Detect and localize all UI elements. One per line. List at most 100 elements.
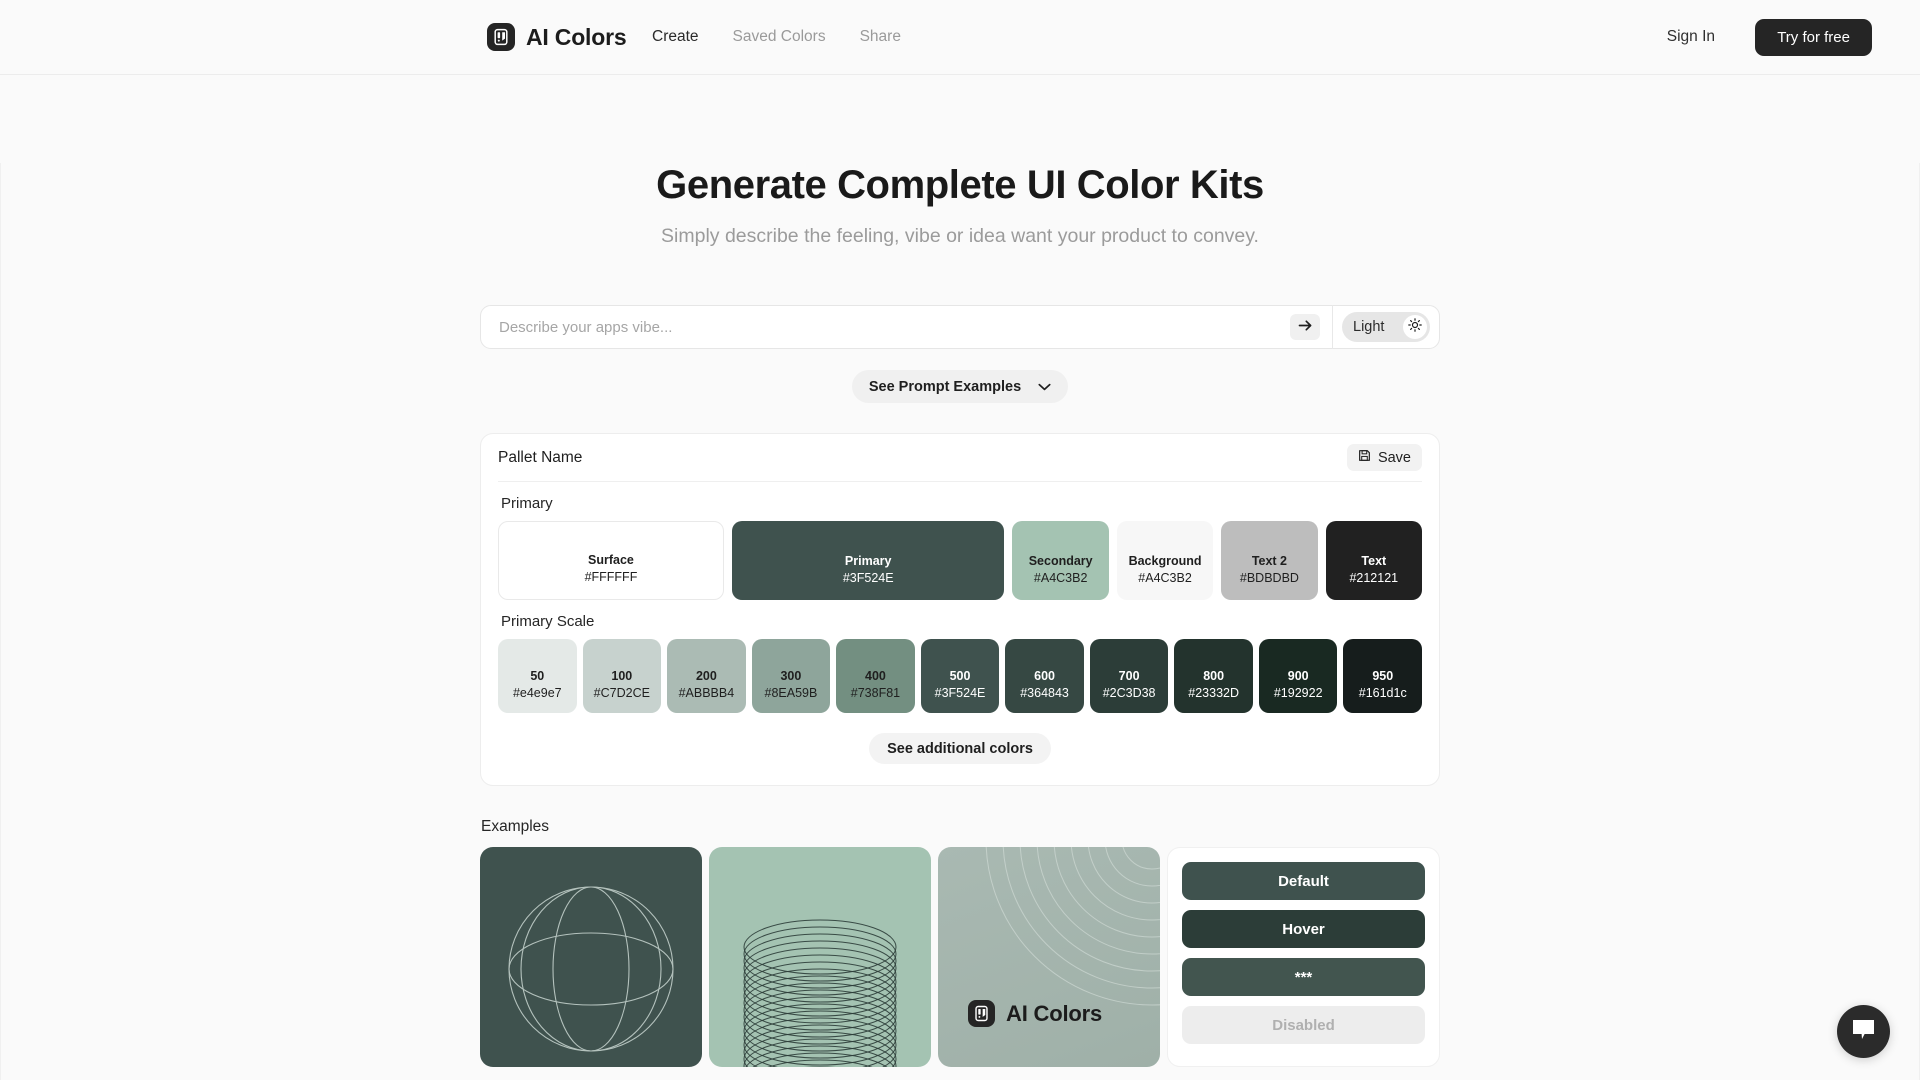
example-card-logo[interactable]: AI Colors [938, 847, 1160, 1067]
primary-swatch[interactable]: Text #212121 [1325, 521, 1422, 600]
scale-swatch[interactable]: 300 #8EA59B [751, 639, 831, 713]
main-nav: Create Saved Colors Share [652, 28, 901, 46]
primary-scale-label: Primary Scale [501, 613, 595, 630]
save-disk-icon [1358, 449, 1371, 466]
examples-row: AI Colors Default Hover *** Disabled [480, 847, 1440, 1067]
try-for-free-button[interactable]: Try for free [1755, 18, 1872, 56]
scale-swatch[interactable]: 400 #738F81 [836, 639, 915, 713]
scale-swatch[interactable]: 700 #2C3D38 [1089, 639, 1169, 713]
scale-hex: #738F81 [850, 686, 901, 701]
arrow-right-icon [1298, 319, 1313, 335]
scale-hex: #161d1c [1358, 686, 1407, 701]
scale-step: 600 [1034, 669, 1055, 684]
nav-saved-colors[interactable]: Saved Colors [733, 28, 826, 46]
swatch-hex: #A4C3B2 [1138, 571, 1192, 586]
scale-step: 100 [611, 669, 633, 684]
swatch-hex: #BDBDBD [1239, 571, 1299, 586]
scale-step: 950 [1372, 669, 1394, 684]
page-title: Generate Complete UI Color Kits [656, 163, 1264, 207]
scale-step: 900 [1287, 669, 1309, 684]
prompt-submit-button[interactable] [1290, 314, 1320, 340]
example-brand-name: AI Colors [1006, 1000, 1102, 1026]
demo-button-disabled[interactable]: Disabled [1182, 1006, 1425, 1044]
scale-hex: #8EA59B [764, 686, 818, 701]
primary-swatch[interactable]: Secondary #A4C3B2 [1012, 521, 1109, 600]
scale-step: 400 [865, 669, 886, 684]
ai-colors-logo-icon [487, 23, 515, 51]
theme-toggle[interactable]: Light [1342, 312, 1430, 342]
site-header: AI Colors Create Saved Colors Share Sign… [0, 0, 1920, 75]
scale-swatch[interactable]: 950 #161d1c [1343, 639, 1423, 713]
swatch-name: Surface [588, 553, 634, 568]
scale-step: 800 [1203, 669, 1225, 684]
swatch-name: Background [1128, 554, 1202, 569]
primary-scale-row: 50 #e4e9e7 100 #C7D2CE 200 #ABBBB4 300 #8EA59B 4… [498, 639, 1423, 713]
primary-swatch[interactable]: Primary #3F524E [731, 521, 1005, 600]
swatch-name: Primary [844, 554, 892, 569]
scale-step: 500 [949, 669, 971, 684]
palette-card: Pallet Name Save Primary Surface #FFFFFF P… [480, 433, 1440, 786]
page-subtitle: Simply describe the feeling, vibe or ide… [661, 225, 1259, 247]
prompt-divider [1332, 305, 1333, 349]
scale-step: 50 [530, 669, 545, 684]
scale-step: 700 [1118, 669, 1140, 684]
primary-swatch-row: Surface #FFFFFF Primary #3F524E Secondary #A4… [498, 521, 1422, 600]
primary-swatch[interactable]: Surface #FFFFFF [498, 521, 724, 600]
scale-swatch[interactable]: 50 #e4e9e7 [498, 639, 577, 713]
demo-button-default[interactable]: Default [1182, 862, 1425, 900]
swatch-hex: #3F524E [842, 571, 894, 586]
example-brand-lockup: AI Colors [968, 1000, 1102, 1027]
example-card-sphere[interactable] [480, 847, 702, 1067]
scale-hex: #2C3D38 [1102, 686, 1156, 701]
chevron-down-icon [1038, 379, 1051, 395]
ai-colors-logo-icon [968, 1000, 995, 1027]
save-button[interactable]: Save [1346, 444, 1422, 471]
swatch-hex: #A4C3B2 [1033, 571, 1088, 586]
scale-hex: #23332D [1188, 686, 1240, 701]
nav-share[interactable]: Share [860, 28, 901, 46]
example-card-coil[interactable] [709, 847, 931, 1067]
demo-button-hover[interactable]: Hover [1182, 910, 1425, 948]
scale-swatch[interactable]: 100 #C7D2CE [582, 639, 662, 713]
see-prompt-examples-label: See Prompt Examples [868, 378, 1022, 395]
scale-hex: #364843 [1020, 686, 1069, 701]
see-additional-colors-button[interactable]: See additional colors [869, 733, 1051, 764]
demo-button-dotsdotsdots[interactable]: *** [1182, 958, 1425, 996]
palette-header: Pallet Name Save [498, 434, 1422, 482]
primary-swatch[interactable]: Text 2 #BDBDBD [1221, 521, 1318, 600]
swatch-hex: #212121 [1349, 571, 1399, 586]
theme-toggle-label: Light [1353, 319, 1385, 335]
chat-bubble-icon [1851, 1018, 1876, 1046]
page-body: Generate Complete UI Color Kits Simply d… [0, 163, 1920, 1080]
scale-hex: #C7D2CE [593, 686, 650, 701]
chat-widget-button[interactable] [1837, 1005, 1890, 1058]
swatch-hex: #FFFFFF [584, 570, 638, 585]
wireframe-sphere-icon [508, 886, 674, 1052]
coil-cylinder-icon [743, 919, 897, 1067]
swatch-name: Text 2 [1251, 554, 1288, 569]
theme-toggle-knob [1403, 315, 1427, 339]
scale-step: 200 [695, 669, 717, 684]
concentric-arcs-icon [985, 847, 1160, 1006]
scale-swatch[interactable]: 800 #23332D [1174, 639, 1253, 713]
scale-swatch[interactable]: 600 #364843 [1005, 639, 1084, 713]
scale-hex: #e4e9e7 [512, 686, 562, 701]
scale-swatch[interactable]: 900 #192922 [1258, 639, 1338, 713]
scale-step: 300 [780, 669, 802, 684]
prompt-bar: Light [480, 305, 1440, 349]
primary-swatch[interactable]: Background #A4C3B2 [1116, 521, 1214, 600]
save-button-label: Save [1377, 449, 1411, 466]
sun-icon [1408, 317, 1422, 337]
scale-swatch[interactable]: 200 #ABBBB4 [667, 639, 746, 713]
pallet-name-label[interactable]: Pallet Name [498, 449, 582, 467]
brand[interactable]: AI Colors [487, 23, 627, 51]
sign-in-link[interactable]: Sign In [1667, 28, 1715, 46]
scale-swatch[interactable]: 500 #3F524E [920, 639, 1000, 713]
swatch-name: Text [1361, 554, 1387, 569]
scale-hex: #192922 [1273, 686, 1323, 701]
prompt-input[interactable] [481, 306, 1290, 348]
example-buttons-panel: Default Hover *** Disabled [1167, 847, 1440, 1067]
nav-create[interactable]: Create [652, 28, 699, 46]
see-prompt-examples-button[interactable]: See Prompt Examples [852, 370, 1068, 403]
swatch-name: Secondary [1028, 554, 1093, 569]
